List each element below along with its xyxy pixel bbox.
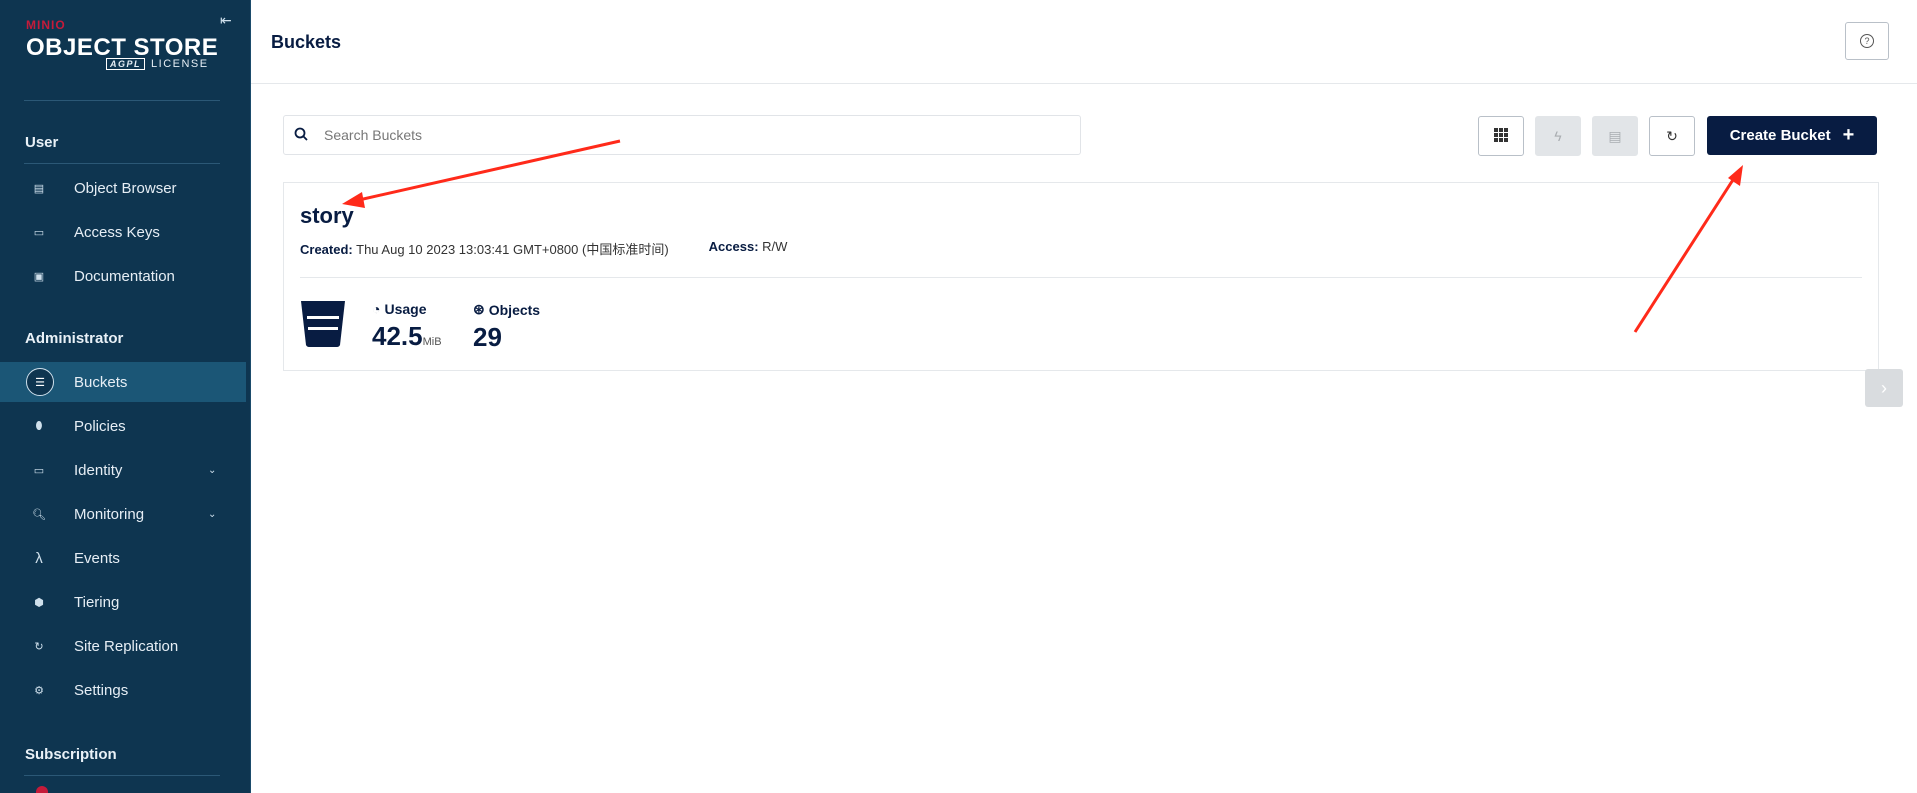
view-toggle-button[interactable] (1478, 116, 1524, 156)
license-label: LICENSE (151, 58, 209, 70)
plus-icon: + (1842, 124, 1855, 146)
next-arrow-button[interactable]: › (1865, 369, 1903, 407)
shield-icon: ⬮ (35, 419, 43, 432)
lambda-icon: λ (35, 549, 43, 567)
replication-button[interactable]: ϟ (1535, 116, 1581, 156)
sidebar-item-site-replication[interactable]: ↻ Site Replication (0, 626, 246, 666)
page-header: Buckets ? (251, 0, 1917, 84)
bucket-created: Thu Aug 10 2023 13:03:41 GMT+0800 (中国标准时… (356, 242, 669, 257)
bucket-card[interactable]: story Created: Thu Aug 10 2023 13:03:41 … (283, 182, 1879, 371)
sidebar-item-tiering[interactable]: ⬢ Tiering (0, 582, 246, 622)
minio-logo: MINIO OBJECT STORE AGPL LICENSE (26, 18, 226, 78)
collapse-sidebar-icon[interactable]: ⇤ (220, 12, 232, 29)
help-icon: ? (1860, 34, 1874, 48)
usage-value: 42.5 (372, 321, 423, 351)
subscription-icon (36, 786, 48, 793)
brand-logo-text: MINIO (26, 18, 66, 32)
objects-stat: ⊛ Objects 29 (473, 301, 541, 352)
replication-icon: ϟ (1554, 128, 1562, 144)
create-bucket-button[interactable]: Create Bucket + (1707, 116, 1877, 155)
section-subscription: Subscription (25, 746, 117, 763)
sync-icon: ↻ (34, 640, 44, 653)
usage-stat: ◔ Usage 42.5MiB (372, 301, 442, 351)
sidebar-item-settings[interactable]: ⚙ Settings (0, 670, 246, 710)
bucket-icon (300, 299, 346, 347)
grid-icon (1494, 127, 1508, 145)
search-input[interactable] (322, 126, 1026, 144)
sidebar-item-access-keys[interactable]: ▭ Access Keys (0, 212, 246, 252)
refresh-icon: ↻ (1666, 127, 1678, 144)
lifecycle-icon: ▤ (1608, 127, 1622, 144)
divider (300, 277, 1862, 278)
page-title: Buckets (271, 32, 342, 52)
divider (24, 775, 220, 776)
objects-value: 29 (473, 322, 502, 352)
chevron-down-icon: ⌄ (208, 508, 217, 520)
divider (24, 100, 220, 101)
agpl-badge: AGPL (106, 58, 146, 70)
objects-icon: ⊛ (473, 301, 485, 317)
stack-icon: ⬢ (34, 596, 44, 609)
sidebar: MINIO OBJECT STORE AGPL LICENSE ⇤ User ▤… (0, 0, 251, 793)
gear-icon: ⚙ (34, 684, 44, 697)
sidebar-item-buckets[interactable]: ☰ Buckets (0, 362, 246, 402)
pie-chart-icon: ◔ (372, 301, 381, 317)
sidebar-item-documentation[interactable]: ▣ Documentation (0, 256, 246, 296)
key-card-icon: ▭ (33, 226, 45, 239)
id-card-icon: ▭ (33, 464, 45, 477)
usage-unit: MiB (422, 336, 442, 348)
bucket-access: R/W (762, 239, 788, 254)
search-bar (283, 115, 1081, 155)
divider (24, 163, 220, 164)
docs-icon: ▣ (33, 270, 45, 283)
lifecycle-button[interactable]: ▤ (1592, 116, 1638, 156)
sidebar-item-policies[interactable]: ⬮ Policies (0, 406, 246, 446)
section-user: User (25, 134, 59, 151)
bucket-meta: Created: Thu Aug 10 2023 13:03:41 GMT+08… (300, 239, 788, 257)
bucket-icon: ☰ (26, 368, 54, 396)
refresh-button[interactable]: ↻ (1649, 116, 1695, 156)
search-icon (294, 127, 314, 144)
sidebar-item-events[interactable]: λ Events (0, 538, 246, 578)
monitor-search-icon: 🔍︎ (32, 508, 46, 521)
chevron-down-icon: ⌄ (208, 464, 217, 476)
sidebar-item-monitoring[interactable]: 🔍︎ Monitoring ⌄ (0, 494, 246, 534)
bucket-name[interactable]: story (300, 203, 354, 229)
section-administrator: Administrator (25, 330, 124, 347)
sidebar-item-object-browser[interactable]: ▤ Object Browser (0, 168, 246, 208)
object-browser-icon: ▤ (33, 182, 45, 195)
sidebar-item-identity[interactable]: ▭ Identity ⌄ (0, 450, 246, 490)
help-button[interactable]: ? (1845, 22, 1889, 60)
